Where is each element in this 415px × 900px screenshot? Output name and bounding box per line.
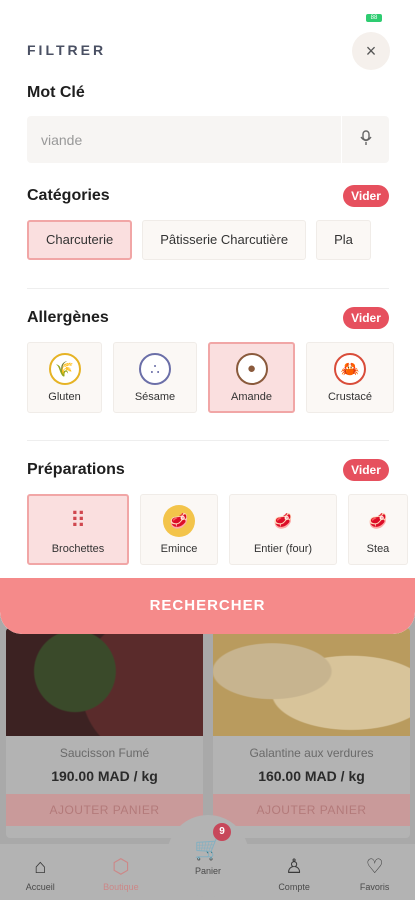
close-icon: × xyxy=(365,40,377,61)
category-chip-charcuterie[interactable]: Charcuterie xyxy=(27,220,133,260)
product-price: 160.00 MAD / kg xyxy=(258,768,365,784)
product-name: Saucisson Fumé xyxy=(59,746,150,760)
nav-label: Boutique xyxy=(103,882,139,892)
preparation-tile-entier[interactable]: 🥩 Entier (four) xyxy=(229,494,337,565)
clear-preparations-button[interactable]: Vider xyxy=(343,459,389,481)
filter-sheet: 88 FILTRER × Mot Clé Catégories Vider Ch… xyxy=(0,0,415,634)
battery-indicator: 88 xyxy=(366,14,382,22)
nav-item-favoris[interactable]: ♡ Favoris xyxy=(340,856,410,892)
add-to-cart-button[interactable]: AJOUTER PANIER xyxy=(213,794,410,826)
add-to-cart-button[interactable]: AJOUTER PANIER xyxy=(6,794,203,826)
preparation-label: Emince xyxy=(160,542,198,555)
brochettes-icon: ⠿ xyxy=(69,507,87,533)
steak-icon: 🥩 xyxy=(368,512,388,530)
preparation-tile-steak[interactable]: 🥩 Stea xyxy=(348,494,408,565)
allergen-label: Crustacé xyxy=(327,390,373,403)
product-card[interactable]: Saucisson Fumé 190.00 MAD / kg AJOUTER P… xyxy=(6,628,203,838)
nav-label: Compte xyxy=(278,882,310,892)
keyword-label: Mot Clé xyxy=(27,84,85,101)
preparation-label: Brochettes xyxy=(51,542,105,555)
clear-categories-button[interactable]: Vider xyxy=(343,185,389,207)
microphone-icon xyxy=(359,130,372,149)
nav-label: Accueil xyxy=(25,882,55,892)
product-image xyxy=(6,628,203,736)
product-price: 190.00 MAD / kg xyxy=(51,768,158,784)
search-submit-button[interactable]: RECHERCHER xyxy=(0,578,415,634)
preparation-label: Entier (four) xyxy=(253,542,313,555)
preparation-label: Stea xyxy=(366,542,390,555)
sesame-icon: ∴ xyxy=(139,352,171,385)
preparation-tile-brochettes[interactable]: ⠿ Brochettes xyxy=(27,494,129,565)
roast-icon: 🥩 xyxy=(273,512,293,530)
allergen-tile-sesame[interactable]: ∴ Sésame xyxy=(113,342,197,413)
cart-button[interactable]: 🛒 9 Panier xyxy=(167,815,249,897)
close-button[interactable]: × xyxy=(352,32,390,70)
clear-allergens-button[interactable]: Vider xyxy=(343,307,389,329)
preparation-tile-emince[interactable]: 🥩 Emince xyxy=(140,494,218,565)
product-image xyxy=(213,628,410,736)
user-icon: ♙ xyxy=(285,856,304,878)
voice-search-button[interactable] xyxy=(341,116,389,163)
box-icon: ⬡ xyxy=(112,856,130,878)
crab-icon: 🦀 xyxy=(334,352,366,385)
product-name: Galantine aux verdures xyxy=(249,746,374,760)
product-card[interactable]: Galantine aux verdures 160.00 MAD / kg A… xyxy=(213,628,410,838)
allergen-tile-gluten[interactable]: 🌾 Gluten xyxy=(27,342,102,413)
cart-count-badge: 9 xyxy=(213,823,231,841)
keyword-search-box xyxy=(27,116,389,163)
nav-item-accueil[interactable]: ⌂ Accueil xyxy=(5,856,75,892)
allergen-tile-amande[interactable]: ● Amande xyxy=(208,342,295,413)
category-chip-pla[interactable]: Pla xyxy=(316,220,371,260)
section-divider xyxy=(27,440,389,441)
allergens-tile-row: 🌾 Gluten ∴ Sésame ● Amande 🦀 Crustacé xyxy=(27,342,415,413)
section-divider xyxy=(27,288,389,289)
keyword-input[interactable] xyxy=(27,116,341,163)
allergen-label: Sésame xyxy=(134,390,176,403)
allergen-label: Gluten xyxy=(48,390,81,403)
home-icon: ⌂ xyxy=(34,856,47,878)
cart-label: Panier xyxy=(194,866,221,876)
emince-icon: 🥩 xyxy=(163,504,195,537)
almond-icon: ● xyxy=(235,352,268,385)
allergen-tile-crustace[interactable]: 🦀 Crustacé xyxy=(306,342,394,413)
nav-label: Favoris xyxy=(359,882,390,892)
nav-item-boutique[interactable]: ⬡ Boutique xyxy=(86,856,156,892)
wheat-icon: 🌾 xyxy=(48,352,81,385)
nav-item-compte[interactable]: ♙ Compte xyxy=(259,856,329,892)
category-chip-patisserie[interactable]: Pâtisserie Charcutière xyxy=(142,220,307,260)
preparations-label: Préparations xyxy=(27,461,125,478)
heart-icon: ♡ xyxy=(365,856,384,878)
filter-title: FILTRER xyxy=(27,42,107,58)
allergens-label: Allergènes xyxy=(27,309,109,326)
categories-chip-row: Charcuterie Pâtisserie Charcutière Pla xyxy=(27,220,415,260)
categories-label: Catégories xyxy=(27,187,110,204)
allergen-label: Amande xyxy=(231,390,272,403)
preparations-tile-row: ⠿ Brochettes 🥩 Emince 🥩 Entier (four) 🥩 … xyxy=(27,494,415,565)
